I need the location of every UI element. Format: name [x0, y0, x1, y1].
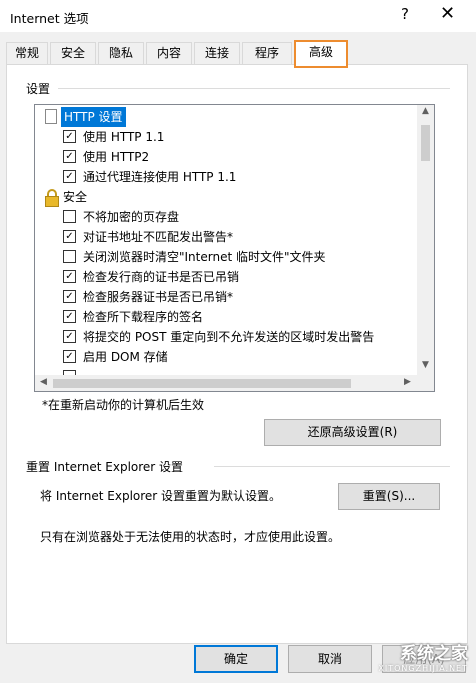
horizontal-scroll-thumb[interactable]: [53, 379, 351, 388]
help-button[interactable]: ?: [401, 5, 409, 23]
setting-label: 检查发行商的证书是否已吊销: [83, 270, 240, 284]
setting-label: 检查服务器证书是否已吊销*: [83, 290, 234, 304]
advanced-settings-list[interactable]: HTTP 设置 ✓ 使用 HTTP 1.1 ✓ 使用 HTTP2 ✓ 通过代理连…: [34, 104, 435, 392]
vertical-scroll-thumb[interactable]: [421, 125, 430, 161]
tab-security[interactable]: 安全: [50, 42, 96, 64]
reset-group-title: 重置 Internet Explorer 设置: [26, 460, 184, 474]
setting-use-http2[interactable]: ✓ 使用 HTTP2: [35, 147, 415, 167]
scrollbar-corner: [417, 375, 434, 391]
reset-warning: 只有在浏览器处于无法使用的状态时，才应使用此设置。: [40, 530, 341, 544]
settings-group-title: 设置: [26, 82, 51, 96]
checkbox-checked[interactable]: ✓: [63, 270, 76, 283]
watermark-logo: 系统之家 XITONGZHIJIA.NET: [328, 639, 468, 673]
restore-advanced-settings-button[interactable]: 还原高级设置(R): [264, 419, 441, 446]
setting-post-redirect-warning[interactable]: ✓ 将提交的 POST 重定向到不允许发送的区域时发出警告: [35, 327, 415, 347]
watermark-main-text: 系统之家: [400, 644, 468, 664]
ok-button[interactable]: 确定: [194, 645, 278, 673]
vertical-scrollbar[interactable]: ▲ ▼: [417, 105, 434, 375]
checkbox-unchecked[interactable]: [63, 250, 76, 263]
setting-label: 使用 HTTP 1.1: [83, 130, 165, 144]
watermark-sub-text: XITONGZHIJIA.NET: [378, 664, 468, 673]
tab-programs[interactable]: 程序: [242, 42, 292, 64]
checkbox-unchecked[interactable]: [63, 210, 76, 223]
tree-category-label: 安全: [63, 190, 88, 204]
reset-description: 将 Internet Explorer 设置重置为默认设置。: [40, 489, 282, 503]
title-bar: Internet 选项 ? ✕: [0, 0, 476, 32]
horizontal-scrollbar[interactable]: ◀ ▶: [35, 375, 417, 391]
checkbox-checked[interactable]: ✓: [63, 130, 76, 143]
scroll-left-icon[interactable]: ◀: [35, 377, 52, 387]
setting-empty-temp-files[interactable]: 关闭浏览器时清空"Internet 临时文件"文件夹: [35, 247, 415, 267]
setting-label: 检查所下载程序的签名: [83, 310, 204, 324]
checkbox-checked[interactable]: ✓: [63, 170, 76, 183]
setting-proxy-http11[interactable]: ✓ 通过代理连接使用 HTTP 1.1: [35, 167, 415, 187]
setting-label: 使用 HTTP2: [83, 150, 150, 164]
setting-label: 将提交的 POST 重定向到不允许发送的区域时发出警告: [83, 330, 375, 344]
tab-content[interactable]: 内容: [146, 42, 192, 64]
tree-category-security[interactable]: 安全: [35, 187, 415, 207]
checkbox-checked[interactable]: ✓: [63, 230, 76, 243]
reset-button[interactable]: 重置(S)...: [338, 483, 440, 510]
setting-label: 不将加密的页存盘: [83, 210, 180, 224]
setting-cert-mismatch-warning[interactable]: ✓ 对证书地址不匹配发出警告*: [35, 227, 415, 247]
scroll-right-icon[interactable]: ▶: [399, 377, 416, 387]
checkbox-checked[interactable]: ✓: [63, 330, 76, 343]
tab-privacy[interactable]: 隐私: [98, 42, 144, 64]
reset-group-line: [214, 466, 450, 467]
checkbox-checked[interactable]: ✓: [63, 290, 76, 303]
setting-label: 通过代理连接使用 HTTP 1.1: [83, 170, 237, 184]
setting-publisher-cert-revocation[interactable]: ✓ 检查发行商的证书是否已吊销: [35, 267, 415, 287]
setting-server-cert-revocation[interactable]: ✓ 检查服务器证书是否已吊销*: [35, 287, 415, 307]
setting-no-save-encrypted[interactable]: 不将加密的页存盘: [35, 207, 415, 227]
tab-general[interactable]: 常规: [6, 42, 48, 64]
checkbox-checked[interactable]: ✓: [63, 150, 76, 163]
setting-use-http11[interactable]: ✓ 使用 HTTP 1.1: [35, 127, 415, 147]
lock-icon: [44, 189, 59, 207]
tree-category-http[interactable]: HTTP 设置: [35, 107, 415, 127]
tab-connections[interactable]: 连接: [194, 42, 240, 64]
restart-note: *在重新启动你的计算机后生效: [42, 398, 205, 412]
checkbox-checked[interactable]: ✓: [63, 310, 76, 323]
scroll-up-icon[interactable]: ▲: [417, 106, 434, 116]
setting-label: 对证书地址不匹配发出警告*: [83, 230, 234, 244]
setting-enable-dom-storage[interactable]: ✓ 启用 DOM 存储: [35, 347, 415, 367]
checkbox-checked[interactable]: ✓: [63, 350, 76, 363]
tab-advanced[interactable]: 高级: [294, 40, 348, 68]
setting-label: 启用 DOM 存储: [83, 350, 168, 364]
setting-label: 关闭浏览器时清空"Internet 临时文件"文件夹: [83, 250, 326, 264]
setting-check-download-signature[interactable]: ✓ 检查所下载程序的签名: [35, 307, 415, 327]
scroll-down-icon[interactable]: ▼: [417, 360, 434, 370]
window-title: Internet 选项: [10, 11, 89, 26]
tree-category-label: HTTP 设置: [61, 107, 126, 127]
settings-group-line: [58, 88, 450, 89]
close-button[interactable]: ✕: [440, 3, 455, 24]
page-icon: [45, 109, 57, 124]
